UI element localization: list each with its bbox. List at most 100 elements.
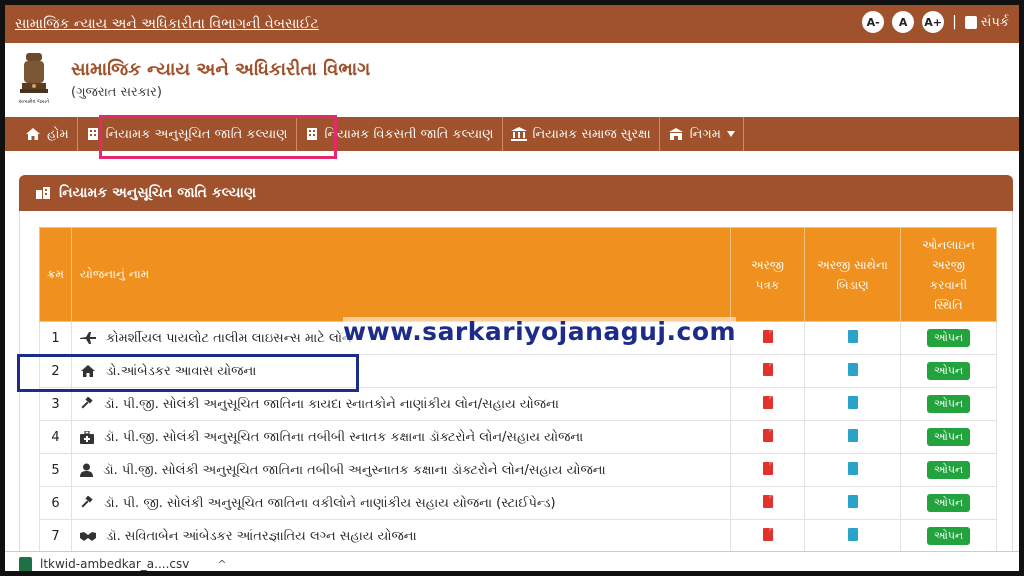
site-link[interactable]: સામાજિક ન્યાય અને અધિકારીતા વિભાગની વેબસ… <box>15 16 319 32</box>
separator: | <box>952 14 957 30</box>
table-row: 3 ડૉ. પી.જી. સોલંકી અનુસૂચિત જાતિના કાયદ… <box>39 387 997 421</box>
address-book-icon <box>964 15 977 29</box>
scheme-name-link[interactable]: કોમર્શીયલ પાયલોટ તાલીમ લાઇસન્સ માટે લોન <box>106 331 352 346</box>
pdf-download-icon[interactable] <box>762 395 773 409</box>
font-increase-button[interactable]: A+ <box>922 11 945 33</box>
plane-icon <box>80 332 96 344</box>
open-badge[interactable]: ઓપન <box>926 362 971 380</box>
table-row: 6 ડૉ. પી. જી. સોલંકી અનુસૂચિત જાતિના વકી… <box>39 486 997 520</box>
department-subtitle: (ગુજરાત સરકાર) <box>71 85 162 100</box>
font-size-controls: A- A A+ | સંપર્ક <box>862 11 1009 33</box>
table-header-row: ક્રમ યોજનાનું નામ અરજી પત્રક અરજી સાથેના… <box>39 227 997 322</box>
attachment-cell <box>804 387 901 421</box>
highlight-box-row <box>17 354 359 392</box>
status-cell: ઓપન <box>900 354 997 388</box>
nav-home[interactable]: હોમ <box>17 117 78 151</box>
open-badge[interactable]: ઓપન <box>926 527 971 545</box>
header-status-line2: અરજી <box>931 257 966 272</box>
font-decrease-button[interactable]: A- <box>862 11 885 33</box>
header-scheme-name: યોજનાનું નામ <box>71 227 731 322</box>
row-sr: 1 <box>39 321 72 355</box>
site-header: સત્યમેવ જયતે સામાજિક ન્યાય અને અધિકારીતા… <box>5 43 1019 117</box>
pdf-download-icon[interactable] <box>762 428 773 442</box>
document-icon[interactable] <box>847 428 858 442</box>
building-icon <box>87 128 98 140</box>
open-badge[interactable]: ઓપન <box>926 395 971 413</box>
scheme-name-link[interactable]: ડૉ. પી.જી. સોલંકી અનુસૂચિત જાતિના તબીબી … <box>103 463 606 478</box>
header-status-line1: ઓનલાઇન <box>922 237 975 252</box>
open-badge[interactable]: ઓપન <box>926 461 971 479</box>
document-icon[interactable] <box>847 527 858 541</box>
download-bar: ltkwid-ambedkar_a....csv ^ <box>5 551 1019 571</box>
pdf-download-icon[interactable] <box>762 329 773 343</box>
pdf-download-icon[interactable] <box>762 362 773 376</box>
bank-icon <box>510 127 527 141</box>
row-sr: 5 <box>39 453 72 487</box>
institution-icon <box>668 128 683 140</box>
form-cell <box>730 420 805 454</box>
pdf-download-icon[interactable] <box>762 527 773 541</box>
handshake-icon <box>80 532 96 541</box>
pdf-download-icon[interactable] <box>762 461 773 475</box>
contact-label: સંપર્ક <box>980 14 1009 30</box>
document-icon[interactable] <box>847 494 858 508</box>
gavel-icon <box>81 397 93 409</box>
status-cell: ઓપન <box>900 387 997 421</box>
attachment-cell <box>804 453 901 487</box>
document-icon[interactable] <box>847 395 858 409</box>
attachment-cell <box>804 321 901 355</box>
highlight-box-nav <box>99 115 337 159</box>
form-cell <box>730 486 805 520</box>
nav-social-security[interactable]: નિયામક સમાજ સુરક્ષા <box>503 117 660 151</box>
table-row: 5 ડૉ. પી.જી. સોલંકી અનુસૂચિત જાતિના તબીબ… <box>39 453 997 487</box>
pdf-download-icon[interactable] <box>762 494 773 508</box>
scheme-name-cell: ડૉ. પી.જી. સોલંકી અનુસૂચિત જાતિના તબીબી … <box>71 420 731 454</box>
open-badge[interactable]: ઓપન <box>926 428 971 446</box>
medkit-icon <box>80 430 94 444</box>
form-cell <box>730 387 805 421</box>
emblem-caption: સત્યમેવ જયતે <box>19 98 50 105</box>
nav-social-security-label: નિયામક સમાજ સુરક્ષા <box>532 126 651 142</box>
document-icon[interactable] <box>847 461 858 475</box>
open-badge[interactable]: ઓપન <box>926 329 971 347</box>
row-sr: 4 <box>39 420 72 454</box>
nav-corporation[interactable]: નિગમ <box>660 117 744 151</box>
gavel-icon <box>81 496 93 508</box>
attachment-cell <box>804 519 901 553</box>
scheme-name-link[interactable]: ડૉ. પી.જી. સોલંકી અનુસૂચિત જાતિના કાયદા … <box>104 397 559 412</box>
open-badge[interactable]: ઓપન <box>926 494 971 512</box>
screenshot-frame: સામાજિક ન્યાય અને અધિકારીતા વિભાગની વેબસ… <box>0 0 1024 576</box>
document-icon[interactable] <box>847 362 858 376</box>
form-cell <box>730 519 805 553</box>
department-title: સામાજિક ન્યાય અને અધિકારીતા વિભાગ <box>71 59 371 80</box>
row-sr: 7 <box>39 519 72 553</box>
form-cell <box>730 453 805 487</box>
document-icon[interactable] <box>847 329 858 343</box>
download-file-name[interactable]: ltkwid-ambedkar_a....csv <box>40 557 189 571</box>
header-sr: ક્રમ <box>39 227 72 322</box>
scheme-name-cell: ડૉ. પી.જી. સોલંકી અનુસૂચિત જાતિના કાયદા … <box>71 387 731 421</box>
font-normal-button[interactable]: A <box>892 11 915 33</box>
caret-down-icon <box>726 131 735 137</box>
header-status-line4: સ્થિતિ <box>934 297 963 312</box>
header-status-line3: કરવાની <box>929 277 968 292</box>
scheme-name-link[interactable]: ડૉ. પી. જી. સોલંકી અનુસૂચિત જાતિના વકીલો… <box>104 496 556 511</box>
header-form-line1: અરજી <box>750 257 785 272</box>
national-emblem-icon: સત્યમેવ જયતે <box>19 53 50 105</box>
row-sr: 3 <box>39 387 72 421</box>
building-icon <box>36 187 50 199</box>
status-cell: ઓપન <box>900 453 997 487</box>
scheme-name-link[interactable]: ડૉ. સવિતાબેન આંબેડકર આંતરજ્ઞાતિય લગ્ન સહ… <box>106 529 417 544</box>
header-att-line2: બિડાણ <box>836 277 869 292</box>
chevron-up-icon[interactable]: ^ <box>217 558 226 571</box>
nav-corporation-label: નિગમ <box>689 126 721 142</box>
table-row: 4 ડૉ. પી.જી. સોલંકી અનુસૂચિત જાતિના તબીબ… <box>39 420 997 454</box>
card-title: નિયામક અનુસૂચિત જાતિ કલ્યાણ <box>59 185 257 201</box>
scheme-name-link[interactable]: ડૉ. પી.જી. સોલંકી અનુસૂચિત જાતિના તબીબી … <box>104 430 583 445</box>
status-cell: ઓપન <box>900 420 997 454</box>
status-cell: ઓપન <box>900 519 997 553</box>
header-application-form: અરજી પત્રક <box>730 227 805 322</box>
scheme-name-cell: ડૉ. પી. જી. સોલંકી અનુસૂચિત જાતિના વકીલો… <box>71 486 731 520</box>
csv-file-icon <box>19 556 32 571</box>
contact-link[interactable]: સંપર્ક <box>964 14 1009 30</box>
